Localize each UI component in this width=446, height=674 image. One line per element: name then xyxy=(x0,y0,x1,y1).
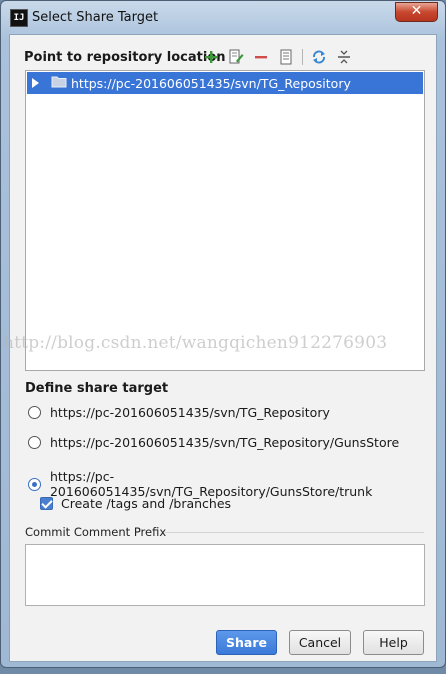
minus-icon[interactable] xyxy=(250,47,272,67)
radio-button[interactable] xyxy=(28,436,41,449)
help-button[interactable]: Help xyxy=(363,630,424,655)
close-button[interactable]: ✕ xyxy=(395,2,438,22)
commit-prefix-divider xyxy=(165,532,424,533)
repository-tree[interactable]: https://pc-201606051435/svn/TG_Repositor… xyxy=(25,70,425,371)
radio-label: https://pc-201606051435/svn/TG_Repositor… xyxy=(50,405,330,420)
radio-label: https://pc-201606051435/svn/TG_Repositor… xyxy=(49,469,373,499)
repository-toolbar xyxy=(200,47,358,67)
share-target-option-repository[interactable]: https://pc-201606051435/svn/TG_Repositor… xyxy=(28,405,330,420)
share-button[interactable]: Share xyxy=(216,630,277,655)
tree-row-repository[interactable]: https://pc-201606051435/svn/TG_Repositor… xyxy=(27,72,423,94)
repository-location-label: Point to repository location xyxy=(24,50,226,65)
create-tags-label: Create /tags and /branches xyxy=(61,496,232,511)
radio-label: https://pc-201606051435/svn/TG_Repositor… xyxy=(50,435,400,450)
share-target-option-trunk[interactable]: https://pc-201606051435/svn/TG_Repositor… xyxy=(28,469,436,499)
share-target-option-gunsstore[interactable]: https://pc-201606051435/svn/TG_Repositor… xyxy=(28,435,399,450)
radio-button[interactable] xyxy=(28,406,41,419)
folder-icon xyxy=(51,75,67,91)
select-share-target-dialog: IJ Select Share Target ✕ Point to reposi… xyxy=(0,0,446,668)
details-icon[interactable] xyxy=(275,47,297,67)
create-tags-checkbox[interactable] xyxy=(40,497,53,510)
tree-row-label: https://pc-201606051435/svn/TG_Repositor… xyxy=(71,75,351,91)
window-title: Select Share Target xyxy=(32,10,159,25)
radio-button-selected[interactable] xyxy=(28,477,41,491)
edit-icon[interactable] xyxy=(225,47,247,67)
expand-arrow-icon[interactable] xyxy=(32,78,39,88)
toolbar-separator xyxy=(302,49,303,65)
commit-prefix-label: Commit Comment Prefix xyxy=(25,525,167,539)
collapse-all-icon[interactable] xyxy=(333,47,355,67)
dialog-content: Point to repository location https://pc-… xyxy=(9,34,437,662)
refresh-icon[interactable] xyxy=(308,47,330,67)
share-target-label: Define share target xyxy=(25,381,169,396)
commit-prefix-textarea[interactable] xyxy=(25,544,425,606)
cancel-button[interactable]: Cancel xyxy=(289,630,351,655)
create-tags-branches-checkbox-row[interactable]: Create /tags and /branches xyxy=(40,496,231,511)
title-bar[interactable]: IJ Select Share Target ✕ xyxy=(1,1,445,35)
plus-icon[interactable] xyxy=(200,47,222,67)
intellij-app-icon: IJ xyxy=(10,9,28,27)
